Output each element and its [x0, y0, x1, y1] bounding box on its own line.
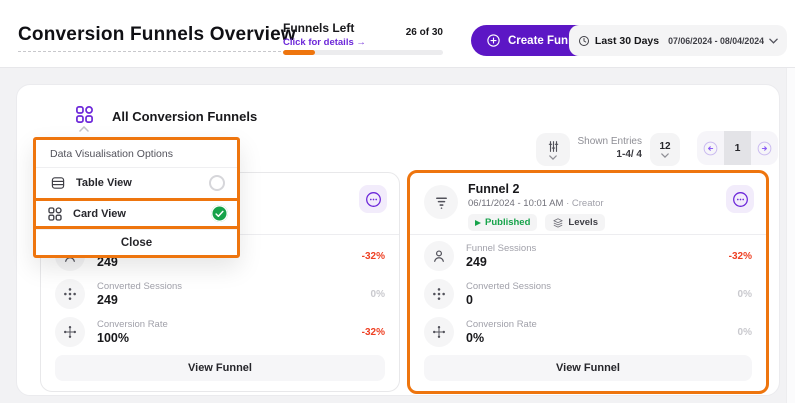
- levels-badge[interactable]: Levels: [545, 214, 605, 231]
- funnel-avatar: [424, 185, 458, 219]
- arrow-right-circle-icon: [756, 140, 773, 157]
- card-menu-button[interactable]: [359, 185, 387, 213]
- option-card-view[interactable]: Card View: [33, 198, 240, 229]
- radio-unselected-icon[interactable]: [209, 175, 225, 191]
- sliders-icon: [546, 139, 561, 154]
- card-menu-button[interactable]: [726, 185, 754, 213]
- funnel-title: Funnel 2: [468, 182, 519, 196]
- user-icon: [424, 241, 454, 271]
- ellipsis-circle-icon: [731, 190, 750, 209]
- funnel-badges: Published Levels: [468, 214, 605, 231]
- date-preset-label: Last 30 Days: [595, 35, 659, 47]
- pagination-next-button[interactable]: [751, 131, 778, 165]
- metric-value: 0: [466, 293, 551, 307]
- funnels-left-widget: Funnels Left Click for details → 26 of 3…: [283, 21, 443, 48]
- panel-title: All Conversion Funnels: [112, 109, 257, 124]
- metric-row-converted-sessions: Converted Sessions 249 0%: [55, 275, 385, 313]
- pagination: 1: [697, 131, 778, 165]
- view-funnel-button[interactable]: View Funnel: [424, 355, 752, 381]
- metric-label: Funnel Sessions: [466, 243, 536, 254]
- metric-value: 249: [97, 293, 182, 307]
- funnel-icon: [433, 194, 450, 211]
- funnels-left-count: 26 of 30: [406, 27, 443, 38]
- layers-icon: [552, 217, 564, 229]
- metric-label: Conversion Rate: [466, 319, 537, 330]
- grid-view-icon[interactable]: [75, 105, 94, 124]
- metric-delta: 0%: [738, 327, 752, 338]
- conversion-funnels-screen: Conversion Funnels Overview Funnels Left…: [0, 0, 795, 403]
- metric-row-conversion-rate: Conversion Rate 100% -32%: [55, 313, 385, 351]
- arrow-left-circle-icon: [702, 140, 719, 157]
- chevron-up-icon: [79, 126, 89, 132]
- metric-value: 100%: [97, 331, 168, 345]
- chevron-down-icon: [549, 155, 557, 160]
- top-header: Conversion Funnels Overview Funnels Left…: [0, 0, 795, 68]
- funnel-card-2-metrics: Funnel Sessions 249 -32% Converted Sessi…: [410, 235, 766, 351]
- status-badge: Published: [468, 214, 537, 231]
- option-label: Card View: [73, 208, 126, 220]
- card-view-icon: [47, 206, 63, 222]
- plus-circle-icon: [486, 33, 501, 48]
- move-cross-icon: [55, 317, 85, 347]
- metric-row-converted-sessions: Converted Sessions 0 0%: [424, 275, 752, 313]
- date-range-selector[interactable]: Last 30 Days 07/06/2024 - 08/04/2024: [569, 25, 787, 56]
- shown-entries-value: 1-4/ 4: [570, 149, 642, 160]
- funnels-left-progress: [283, 50, 443, 55]
- funnel-creator: · Creator: [566, 198, 603, 209]
- chevron-down-icon: [769, 38, 778, 44]
- move-cross-icon: [424, 317, 454, 347]
- table-view-icon: [50, 175, 66, 191]
- date-range-value: 07/06/2024 - 08/04/2024: [668, 36, 764, 46]
- nodes-icon: [424, 279, 454, 309]
- per-page-dropdown[interactable]: 12: [650, 133, 680, 166]
- funnels-left-details-link[interactable]: Click for details →: [283, 37, 443, 48]
- popup-title: Data Visualisation Options: [36, 140, 237, 168]
- levels-badge-label: Levels: [568, 217, 598, 228]
- metric-row-funnel-sessions: Funnel Sessions 249 -32%: [424, 237, 752, 275]
- funnel-card-2: Funnel 2 06/11/2024 - 10:01 AM · Creator…: [407, 170, 769, 394]
- funnel-date: 06/11/2024 - 10:01 AM: [468, 198, 563, 209]
- metric-delta: 0%: [738, 289, 752, 300]
- metric-value: 249: [466, 255, 536, 269]
- scrollbar-track[interactable]: [786, 68, 795, 403]
- pagination-current-page[interactable]: 1: [724, 131, 751, 165]
- page-title: Conversion Funnels Overview: [18, 24, 296, 52]
- ellipsis-circle-icon: [364, 190, 383, 209]
- funnel-card-2-header: Funnel 2 06/11/2024 - 10:01 AM · Creator…: [410, 173, 766, 235]
- funnels-left-progress-fill: [283, 50, 315, 55]
- metric-delta: -32%: [362, 327, 385, 338]
- chevron-down-icon: [661, 153, 669, 158]
- clock-icon: [578, 35, 590, 47]
- metric-delta: -32%: [362, 251, 385, 262]
- metric-delta: 0%: [371, 289, 385, 300]
- popup-close-button[interactable]: Close: [36, 229, 237, 255]
- pagination-prev-button[interactable]: [697, 131, 724, 165]
- play-icon: [475, 220, 481, 226]
- option-table-view[interactable]: Table View: [36, 168, 237, 198]
- status-badge-label: Published: [485, 217, 530, 228]
- nodes-icon: [55, 279, 85, 309]
- shown-entries: Shown Entries 1-4/ 4: [570, 136, 642, 160]
- data-visualisation-popup: Data Visualisation Options Table View Ca…: [33, 137, 240, 258]
- per-page-value: 12: [659, 141, 670, 152]
- metric-label: Converted Sessions: [97, 281, 182, 292]
- shown-entries-label: Shown Entries: [570, 136, 642, 147]
- metric-label: Conversion Rate: [97, 319, 168, 330]
- view-funnel-button[interactable]: View Funnel: [55, 355, 385, 381]
- filter-sliders-button[interactable]: [536, 133, 570, 166]
- metric-delta: -32%: [729, 251, 752, 262]
- metric-value: 0%: [466, 331, 537, 345]
- metric-row-conversion-rate: Conversion Rate 0% 0%: [424, 313, 752, 351]
- option-label: Table View: [76, 177, 132, 189]
- metric-label: Converted Sessions: [466, 281, 551, 292]
- funnel-meta: 06/11/2024 - 10:01 AM · Creator: [468, 198, 604, 209]
- check-circle-icon[interactable]: [211, 205, 228, 222]
